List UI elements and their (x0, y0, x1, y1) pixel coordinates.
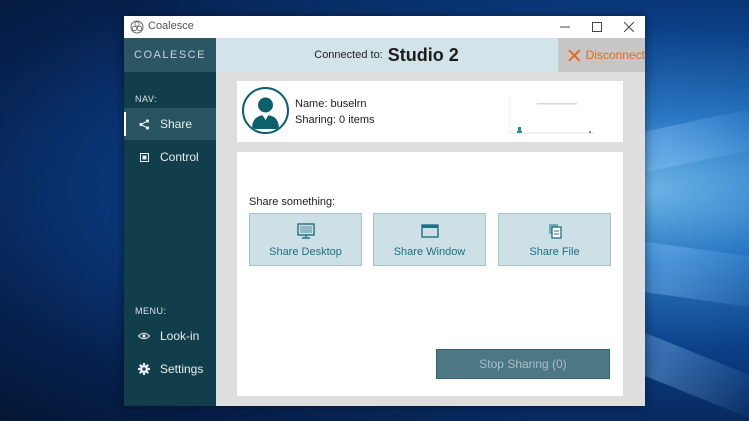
connection-status: Connected to: Studio 2 (216, 38, 557, 72)
sidebar-item-label: Look-in (160, 329, 200, 343)
monitor-icon (296, 223, 315, 239)
connected-label: Connected to: (314, 49, 383, 61)
minimize-icon (560, 26, 570, 28)
minimize-button[interactable] (549, 16, 581, 38)
share-window-label: Share Window (393, 246, 466, 258)
eye-icon (137, 329, 151, 343)
share-desktop-button[interactable]: Share Desktop (249, 213, 362, 266)
share-panel: Share something: Share Desktop Share Win… (237, 152, 623, 396)
connection-header: Connected to: Studio 2 Disconnect (216, 38, 645, 72)
window-icon (420, 224, 439, 238)
share-window-button[interactable]: Share Window (373, 213, 486, 266)
disconnect-button[interactable]: Disconnect (558, 38, 645, 72)
maximize-button[interactable] (581, 16, 613, 38)
main-content: Connected to: Studio 2 Disconnect Name: … (216, 38, 645, 406)
maximize-icon (592, 22, 602, 32)
activity-sparkline-icon (509, 97, 595, 134)
share-desktop-label: Share Desktop (269, 246, 342, 258)
menu-section-label: MENU: (135, 306, 167, 316)
app-window: Coalesce COALESCE NAV: Share Control MEN… (124, 16, 645, 406)
user-avatar-icon (242, 87, 289, 134)
sidebar-item-label: Control (160, 150, 199, 164)
close-button[interactable] (613, 16, 645, 38)
disconnect-label: Disconnect (585, 48, 645, 62)
window-title: Coalesce (148, 20, 194, 32)
close-x-icon (568, 48, 581, 62)
file-icon (548, 224, 562, 239)
share-file-label: Share File (529, 246, 580, 258)
sidebar-item-share[interactable]: Share (124, 108, 216, 140)
sidebar-item-look-in[interactable]: Look-in (124, 320, 216, 352)
nav-section-label: NAV: (135, 94, 158, 104)
title-bar[interactable]: Coalesce (124, 16, 645, 38)
user-name: Name: buselrn (295, 98, 367, 110)
share-prompt: Share something: (249, 196, 336, 208)
app-logo-text: COALESCE (124, 38, 216, 72)
close-icon (624, 22, 634, 32)
gear-icon (137, 362, 151, 376)
studio-name: Studio 2 (387, 44, 459, 65)
sidebar-item-control[interactable]: Control (124, 141, 216, 173)
profile-card: Name: buselrn Sharing: 0 items (237, 81, 623, 142)
control-icon (137, 150, 151, 164)
sidebar-item-settings[interactable]: Settings (124, 353, 216, 385)
app-logo-icon (130, 20, 144, 34)
sharing-count: Sharing: 0 items (295, 114, 375, 126)
share-icon (137, 117, 151, 131)
profile-info: Name: buselrn Sharing: 0 items (295, 96, 374, 128)
share-file-button[interactable]: Share File (498, 213, 611, 266)
stop-sharing-button[interactable]: Stop Sharing (0) (436, 349, 610, 379)
sidebar-item-label: Settings (160, 362, 204, 376)
sidebar: COALESCE NAV: Share Control MENU: Look-i… (124, 38, 216, 406)
sidebar-item-label: Share (160, 117, 193, 131)
